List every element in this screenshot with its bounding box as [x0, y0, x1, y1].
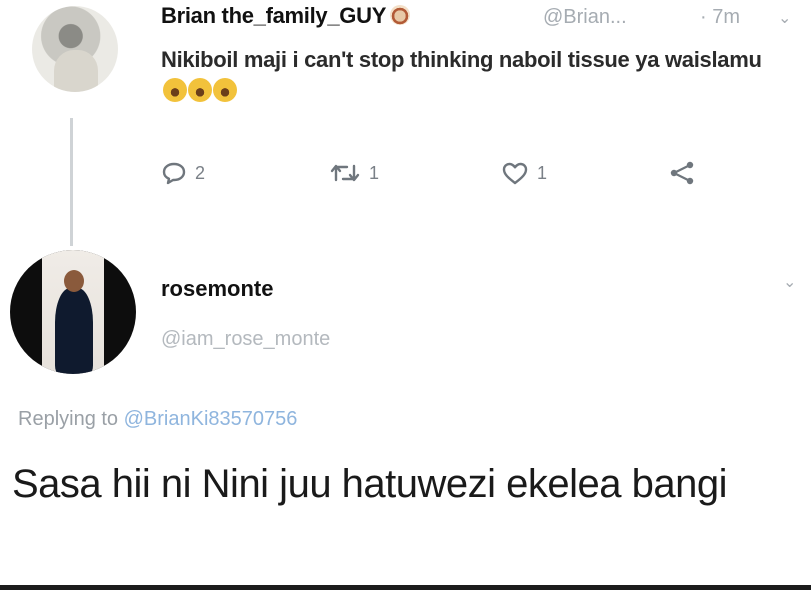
thread-connector-line: [70, 118, 73, 246]
laugh-emoji-group: [163, 78, 238, 111]
reply-count: 2: [195, 162, 206, 183]
avatar-figure: [54, 50, 98, 92]
replying-to-mention[interactable]: @BrianKi83570756: [124, 408, 298, 430]
share-button[interactable]: [667, 160, 697, 186]
tweet-actions: 2 1 1: [161, 160, 721, 196]
share-icon: [670, 161, 694, 185]
replying-to-line: Replying to @BrianKi83570756: [18, 408, 297, 431]
avatar-figure: [55, 288, 93, 374]
retweet-count: 1: [369, 162, 380, 183]
badge-emoji-icon: [390, 5, 411, 25]
tweet-text: Sasa hii ni Nini juu hatuwezi ekelea ban…: [12, 462, 728, 506]
retweet-icon: [330, 164, 360, 182]
laugh-emoji-icon: [163, 78, 187, 102]
retweet-button[interactable]: 1: [329, 160, 379, 186]
reply-button[interactable]: 2: [161, 160, 205, 186]
laugh-emoji-icon: [213, 78, 237, 102]
display-name-text: Brian the_family_GUY: [161, 3, 387, 28]
avatar-head: [64, 270, 84, 292]
user-handle[interactable]: @Brian...: [543, 6, 627, 29]
tweet-text-content: Nikiboil maji i can't stop thinking nabo…: [161, 47, 762, 72]
timestamp[interactable]: · 7m: [700, 6, 740, 29]
original-tweet: Brian the_family_GUY @Brian... · 7m ⌄ Ni…: [0, 0, 811, 246]
like-icon: [502, 162, 528, 185]
avatar[interactable]: [10, 250, 136, 374]
chevron-down-icon[interactable]: ⌄: [783, 272, 796, 292]
display-name[interactable]: rosemonte: [161, 276, 273, 302]
chevron-down-icon[interactable]: ⌄: [778, 8, 791, 28]
user-handle[interactable]: @iam_rose_monte: [161, 328, 330, 351]
laugh-emoji-icon: [188, 78, 212, 102]
reply-icon: [162, 162, 186, 185]
avatar[interactable]: [32, 6, 118, 92]
display-name[interactable]: Brian the_family_GUY: [161, 3, 411, 29]
bottom-border: [0, 585, 811, 590]
reply-tweet: rosemonte ⌄ @iam_rose_monte Replying to …: [0, 240, 811, 590]
tweet-text: Nikiboil maji i can't stop thinking nabo…: [161, 44, 791, 111]
like-count: 1: [537, 162, 548, 183]
replying-to-label: Replying to: [18, 408, 119, 430]
like-button[interactable]: 1: [501, 160, 547, 186]
